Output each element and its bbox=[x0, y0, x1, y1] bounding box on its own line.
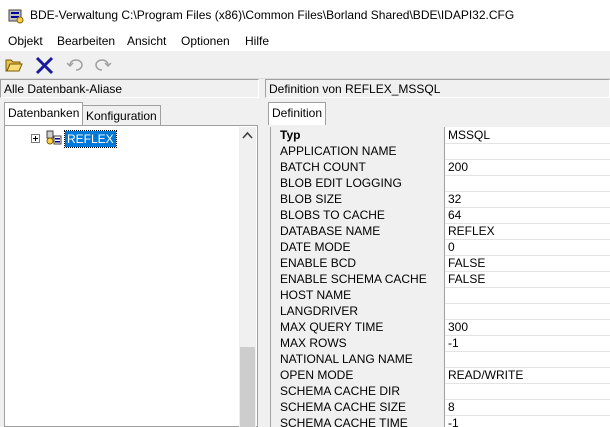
tree-expand-icon[interactable] bbox=[31, 134, 40, 143]
menu-hilfe[interactable]: Hilfe bbox=[245, 34, 269, 48]
delete-button[interactable] bbox=[33, 54, 55, 76]
definition-grid: Typ MSSQL APPLICATION NAME BATCH COUNT 200 BL… bbox=[270, 127, 610, 427]
property-value[interactable]: FALSE bbox=[448, 271, 485, 287]
table-row[interactable]: ENABLE BCD FALSE bbox=[271, 255, 610, 272]
table-row[interactable]: MAX ROWS -1 bbox=[271, 335, 610, 352]
property-name: DATABASE NAME bbox=[271, 223, 445, 239]
property-value[interactable]: 8 bbox=[448, 399, 455, 415]
panel-splitter[interactable] bbox=[259, 79, 265, 427]
menu-bar: Objekt Bearbeiten Ansicht Optionen Hilfe bbox=[0, 31, 610, 51]
table-row[interactable]: LANGDRIVER bbox=[271, 303, 610, 320]
window-title: BDE-Verwaltung C:\Program Files (x86)\Co… bbox=[30, 8, 515, 22]
scroll-up-button[interactable] bbox=[239, 127, 256, 144]
table-row[interactable]: HOST NAME bbox=[271, 287, 610, 304]
title-bar: BDE-Verwaltung C:\Program Files (x86)\Co… bbox=[0, 0, 610, 31]
left-panel-caption: Alle Datenbank-Aliase bbox=[0, 79, 259, 98]
tab-konfiguration[interactable]: Konfiguration bbox=[82, 105, 161, 125]
property-name: BLOB SIZE bbox=[271, 191, 445, 207]
property-name: OPEN MODE bbox=[271, 367, 445, 383]
property-name: HOST NAME bbox=[271, 287, 445, 303]
table-row[interactable]: SCHEMA CACHE TIME -1 bbox=[271, 415, 610, 427]
open-folder-icon bbox=[5, 59, 23, 72]
property-value[interactable]: 200 bbox=[448, 159, 468, 175]
delete-x-icon bbox=[35, 56, 54, 75]
property-name: BLOB EDIT LOGGING bbox=[271, 175, 445, 191]
table-row[interactable]: BLOBS TO CACHE 64 bbox=[271, 207, 610, 224]
property-name: MAX QUERY TIME bbox=[271, 319, 445, 335]
property-name: APPLICATION NAME bbox=[271, 143, 445, 159]
database-alias-icon bbox=[45, 130, 63, 149]
property-name: SCHEMA CACHE TIME bbox=[271, 415, 445, 427]
property-value[interactable]: 32 bbox=[448, 191, 461, 207]
table-row[interactable]: MAX QUERY TIME 300 bbox=[271, 319, 610, 336]
property-value[interactable]: -1 bbox=[448, 335, 459, 351]
chevron-up-icon bbox=[242, 131, 253, 139]
table-row[interactable]: Typ MSSQL bbox=[271, 127, 610, 144]
property-value[interactable]: 300 bbox=[448, 319, 468, 335]
table-row[interactable]: DATE MODE 0 bbox=[271, 239, 610, 256]
menu-optionen[interactable]: Optionen bbox=[181, 34, 230, 48]
table-row[interactable]: BLOB SIZE 32 bbox=[271, 191, 610, 208]
menu-objekt[interactable]: Objekt bbox=[8, 34, 43, 48]
property-name: DATE MODE bbox=[271, 239, 445, 255]
scroll-thumb[interactable] bbox=[240, 347, 255, 427]
property-name: ENABLE SCHEMA CACHE bbox=[271, 271, 445, 287]
tree-item-reflex[interactable]: REFLEX bbox=[64, 130, 117, 148]
toolbar bbox=[0, 51, 610, 79]
bde-app-icon bbox=[8, 8, 24, 24]
property-name: LANGDRIVER bbox=[271, 303, 445, 319]
table-row[interactable]: BATCH COUNT 200 bbox=[271, 159, 610, 176]
right-panel-caption: Definition von REFLEX_MSSQL bbox=[265, 79, 610, 98]
tab-datenbanken[interactable]: Datenbanken bbox=[4, 102, 84, 125]
property-name: NATIONAL LANG NAME bbox=[271, 351, 445, 367]
property-value[interactable]: -1 bbox=[448, 415, 459, 427]
property-name: BATCH COUNT bbox=[271, 159, 445, 175]
redo-button[interactable] bbox=[92, 54, 114, 76]
property-name: SCHEMA CACHE DIR bbox=[271, 383, 445, 399]
undo-button[interactable] bbox=[64, 54, 86, 76]
table-row[interactable]: APPLICATION NAME bbox=[271, 143, 610, 160]
table-row[interactable]: SCHEMA CACHE DIR bbox=[271, 383, 610, 400]
property-value[interactable]: 0 bbox=[448, 239, 455, 255]
open-folder-button[interactable] bbox=[3, 54, 25, 76]
property-name: Typ bbox=[271, 127, 445, 143]
menu-bearbeiten[interactable]: Bearbeiten bbox=[57, 34, 115, 48]
table-row[interactable]: DATABASE NAME REFLEX bbox=[271, 223, 610, 240]
tab-definition[interactable]: Definition bbox=[268, 102, 327, 125]
alias-tree-panel bbox=[4, 125, 258, 427]
property-name: MAX ROWS bbox=[271, 335, 445, 351]
property-name: SCHEMA CACHE SIZE bbox=[271, 399, 445, 415]
property-value[interactable]: FALSE bbox=[448, 255, 485, 271]
property-value[interactable]: MSSQL bbox=[448, 127, 490, 143]
tree-scrollbar[interactable] bbox=[239, 127, 256, 427]
property-value[interactable]: REFLEX bbox=[448, 223, 495, 239]
property-name: BLOBS TO CACHE bbox=[271, 207, 445, 223]
undo-icon bbox=[66, 59, 83, 71]
redo-icon bbox=[95, 59, 112, 71]
table-row[interactable]: BLOB EDIT LOGGING bbox=[271, 175, 610, 192]
property-value[interactable]: 64 bbox=[448, 207, 461, 223]
table-row[interactable]: ENABLE SCHEMA CACHE FALSE bbox=[271, 271, 610, 288]
property-name: ENABLE BCD bbox=[271, 255, 445, 271]
property-value[interactable]: READ/WRITE bbox=[448, 367, 523, 383]
table-row[interactable]: OPEN MODE READ/WRITE bbox=[271, 367, 610, 384]
table-row[interactable]: SCHEMA CACHE SIZE 8 bbox=[271, 399, 610, 416]
table-row[interactable]: NATIONAL LANG NAME bbox=[271, 351, 610, 368]
menu-ansicht[interactable]: Ansicht bbox=[127, 34, 166, 48]
